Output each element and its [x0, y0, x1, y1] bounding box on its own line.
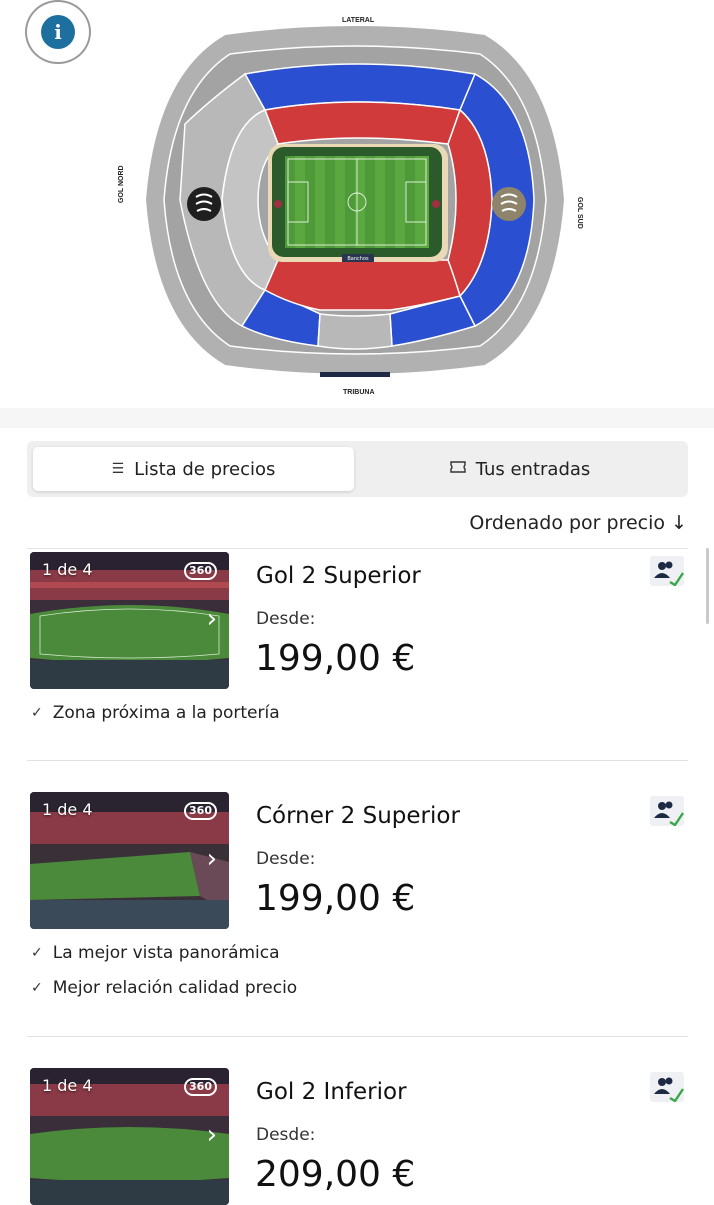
tab-your-tickets[interactable]: Tus entradas	[358, 447, 682, 491]
feature-item: ✓ Mejor relación calidad precio	[31, 978, 297, 998]
section-divider	[0, 408, 714, 428]
feature-item: ✓ La mejor vista panorámica	[31, 943, 280, 963]
photo-counter: 1 de 4	[42, 1076, 93, 1095]
map-label-gol-sud: GOL SUD	[576, 197, 583, 229]
view-360-icon[interactable]: 360	[184, 562, 217, 580]
next-photo-button[interactable]: ›	[207, 604, 217, 634]
feature-text: Mejor relación calidad precio	[52, 978, 298, 998]
next-photo-button[interactable]: ›	[207, 1120, 217, 1150]
listing-price: 199,00 €	[255, 638, 416, 679]
view-360-icon[interactable]: 360	[184, 802, 217, 820]
price-from-label: Desde:	[256, 1125, 316, 1145]
price-from-label: Desde:	[256, 849, 316, 869]
stadium-seating-chart[interactable]: Banchos	[130, 14, 580, 386]
feature-item: ✓ Zona próxima a la portería	[31, 703, 280, 723]
group-available-icon	[650, 1072, 684, 1103]
benches-label: Banchos	[347, 256, 369, 262]
view-tabs: ☰ Lista de precios Tus entradas	[27, 441, 688, 497]
next-photo-button[interactable]: ›	[207, 844, 217, 874]
stadium-map[interactable]: i Banchos LATERAL TRIBUNA GOL NORD GOL S…	[0, 0, 714, 428]
photo-counter: 1 de 4	[42, 560, 93, 579]
list-icon: ☰	[111, 461, 125, 477]
price-from-label: Desde:	[256, 609, 316, 629]
ticket-icon	[450, 461, 466, 477]
info-button[interactable]: i	[25, 0, 91, 64]
listing-title: Córner 2 Superior	[256, 803, 460, 829]
scrollbar[interactable]	[706, 548, 709, 624]
check-icon: ✓	[31, 945, 43, 961]
lower-tier-bottom	[264, 259, 461, 311]
lower-tier-top	[263, 101, 462, 145]
view-360-icon[interactable]: 360	[184, 1078, 217, 1096]
feature-text: Zona próxima a la portería	[52, 703, 280, 723]
check-icon: ✓	[31, 705, 43, 721]
group-available-icon	[650, 556, 684, 587]
listing-price: 199,00 €	[255, 878, 416, 919]
listing-title: Gol 2 Superior	[256, 563, 421, 589]
map-label-gol-nord: GOL NORD	[118, 165, 125, 203]
gol-nord-logo	[187, 187, 221, 221]
listing-divider	[27, 1036, 688, 1037]
listing-title: Gol 2 Inferior	[256, 1079, 407, 1105]
seat-view-photo[interactable]: 1 de 4 360 ›	[30, 552, 229, 689]
seat-view-photo[interactable]: 1 de 4 360 ›	[30, 792, 229, 929]
seat-view-photo[interactable]: 1 de 4 360 ›	[30, 1068, 229, 1205]
check-icon: ✓	[31, 980, 43, 996]
info-icon: i	[41, 15, 75, 49]
map-label-tribuna: TRIBUNA	[343, 389, 375, 396]
map-label-lateral: LATERAL	[342, 17, 375, 24]
tab-your-tickets-label: Tus entradas	[475, 458, 591, 480]
listing-divider	[27, 760, 688, 761]
group-available-icon	[650, 796, 684, 827]
gol-sud-logo	[492, 187, 526, 221]
list-top-divider	[27, 548, 688, 549]
listing-price: 209,00 €	[255, 1154, 416, 1195]
photo-counter: 1 de 4	[42, 800, 93, 819]
feature-text: La mejor vista panorámica	[52, 943, 280, 963]
tab-price-list-label: Lista de precios	[134, 458, 276, 480]
sort-dropdown[interactable]: Ordenado por precio ↓	[469, 512, 687, 534]
tab-price-list[interactable]: ☰ Lista de precios	[33, 447, 354, 491]
